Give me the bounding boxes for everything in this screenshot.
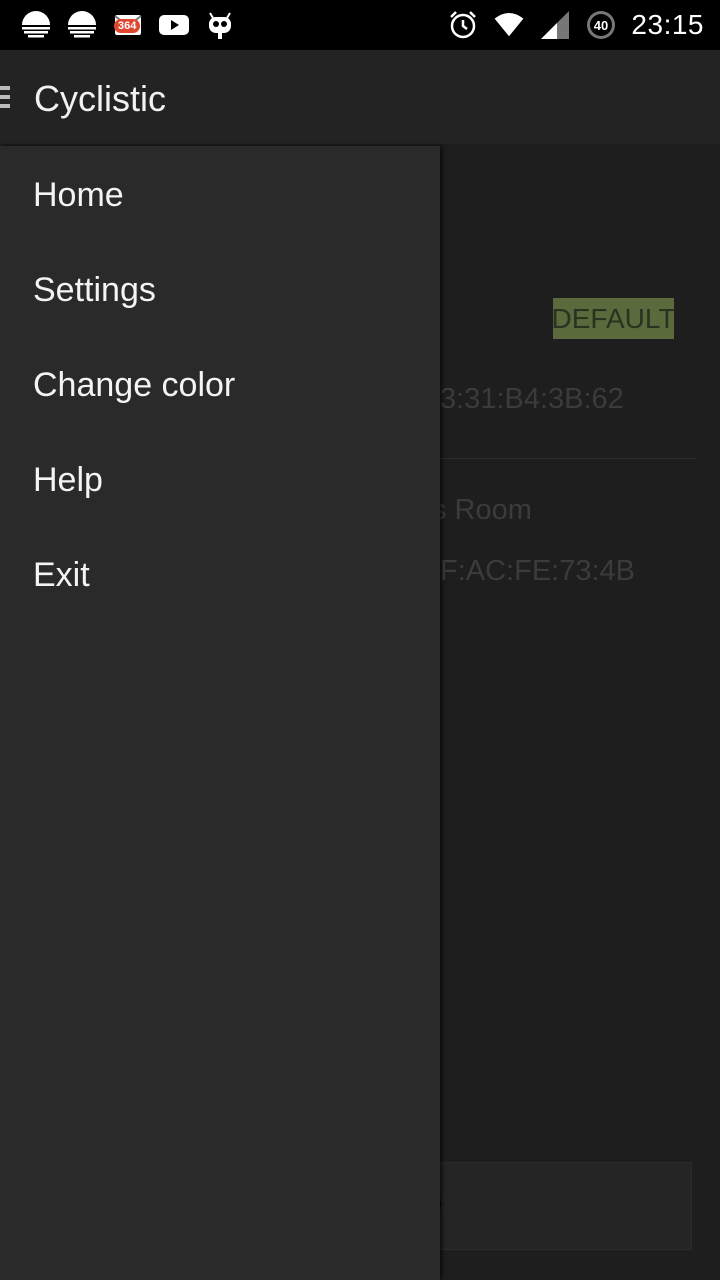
device-address: F:AC:FE:73:4B [440, 555, 636, 587]
drawer-item-settings[interactable]: Settings [0, 243, 440, 338]
bottom-button: e [420, 1162, 692, 1250]
hamburger-icon[interactable] [0, 86, 10, 110]
sun-icon [66, 9, 98, 41]
default-badge: DEFAULT [552, 298, 675, 339]
status-bar: 364 40 23:15 [0, 0, 720, 50]
device-address: 3:31:B4:3B:62 [440, 383, 624, 415]
cyanogen-mascot-icon [204, 9, 236, 41]
app-bar: Cyclistic [0, 50, 720, 144]
device-name: s Room [432, 494, 532, 526]
wifi-icon [493, 9, 525, 41]
mail-count-badge: 364 [114, 19, 141, 33]
drawer-item-label: Help [33, 461, 103, 499]
drawer-item-help[interactable]: Help [0, 433, 440, 528]
drawer-item-exit[interactable]: Exit [0, 528, 440, 623]
navigation-drawer: Home Settings Change color Help Exit [0, 146, 440, 1280]
drawer-item-label: Settings [33, 271, 156, 309]
sun-icon [20, 9, 52, 41]
app-title[interactable]: Cyclistic [34, 78, 166, 120]
drawer-item-label: Exit [33, 556, 90, 594]
drawer-item-change-color[interactable]: Change color [0, 338, 440, 433]
system-icons: 40 23:15 [447, 9, 704, 41]
mail-icon: 364 [112, 9, 144, 41]
drawer-item-label: Home [33, 176, 124, 214]
battery-level: 40 [594, 18, 608, 33]
battery-icon: 40 [585, 9, 617, 41]
drawer-item-home[interactable]: Home [0, 148, 440, 243]
signal-icon [539, 9, 571, 41]
clock: 23:15 [631, 9, 704, 40]
notification-icons: 364 [20, 9, 236, 41]
youtube-icon [158, 9, 190, 41]
alarm-icon [447, 9, 479, 41]
drawer-item-label: Change color [33, 366, 236, 404]
list-divider [440, 458, 696, 459]
